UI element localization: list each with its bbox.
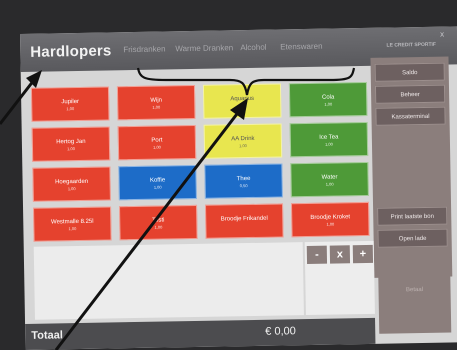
total-label: Totaal [31,329,63,342]
app-title: Hardlopers [30,42,112,61]
product-price: 1,00 [67,186,76,192]
product-tile-aquarius[interactable]: Aquarius 1,00 [202,83,282,119]
product-price: 1,00 [153,184,162,190]
close-icon[interactable]: x [440,30,444,39]
product-tile-broodje-kroket[interactable]: Broodje Kroket 1,00 [290,201,370,238]
product-price: 0,50 [239,183,248,189]
product-price: 1,00 [239,143,247,149]
product-tile-thee[interactable]: Thee 0,50 [204,163,283,199]
product-price: 1,00 [238,103,247,109]
product-tile-ice-tea[interactable]: Ice Tea 1,00 [289,121,369,158]
print-last-receipt-button[interactable]: Print laatste bon [377,206,448,226]
remove-button[interactable]: x [329,245,351,264]
beheer-button[interactable]: Beheer [374,84,446,104]
kassaterminal-button[interactable]: Kassaterminal [375,106,446,126]
product-tile-tosti[interactable]: Tosti 1,00 [119,204,198,241]
pay-button[interactable]: Betaal [377,246,452,334]
category-tab-alcohol[interactable]: Alcohol [240,43,266,52]
product-price: 1,00 [154,224,163,230]
category-tab-warme-dranken[interactable]: Warme Dranken [175,43,233,53]
product-tile-water[interactable]: Water 1,00 [290,161,369,198]
category-tab-frisdranken[interactable]: Frisdranken [123,44,165,54]
product-price: 1,00 [326,221,335,227]
product-tile-broodje-frikandel[interactable]: Broodje Frikandel [205,203,284,239]
product-name: Broodje Frikandel [220,215,268,223]
product-price: 1,00 [324,101,333,107]
product-price: 1,00 [325,181,334,187]
product-price: 1,00 [325,141,333,147]
saldo-button[interactable]: Saldo [374,62,445,82]
product-price: 1,00 [67,146,75,152]
product-tile-cola[interactable]: Cola 1,00 [288,81,368,118]
product-price: 1,00 [66,106,75,112]
open-drawer-button[interactable]: Open lade [377,228,448,248]
increase-button[interactable]: + [352,244,374,264]
product-tile-port[interactable]: Port 1,00 [117,124,197,161]
product-tile-hertog-jan[interactable]: Hertog Jan 1,00 [31,126,111,162]
product-grid: Jupiler 1,00 Wijn 1,00 Aquarius 1,00 Col… [30,81,372,246]
quantity-controls: - x + [304,240,375,316]
device-bezel: Hardlopers Frisdranken Warme Dranken Alc… [0,0,457,350]
total-amount: € 0,00 [265,325,296,338]
total-bar: Totaal € 0,00 [25,317,376,350]
category-tab-etenswaren[interactable]: Etenswaren [280,42,322,52]
product-tile-aa-drink[interactable]: AA Drink 1,00 [203,123,283,159]
product-tile-hoegaarden[interactable]: Hoegaarden 1,00 [32,166,111,202]
product-tile-koffie[interactable]: Koffie 1,00 [118,164,197,201]
product-price: 1,00 [153,144,161,150]
product-tile-wijn[interactable]: Wijn 1,00 [116,84,196,121]
order-list[interactable] [33,242,304,320]
pos-screen: Hardlopers Frisdranken Warme Dranken Alc… [20,26,457,350]
club-name: LE CREDIT SPORTIF [386,41,437,49]
product-tile-jupiler[interactable]: Jupiler 1,00 [30,86,110,122]
product-tile-westmalle[interactable]: Westmalle 8.25l 1,00 [33,206,112,242]
side-panel: Saldo Beheer Kassaterminal Print laatste… [370,56,453,278]
product-price: 1,00 [152,104,161,110]
decrease-button[interactable]: - [306,245,328,265]
product-price: 1,00 [68,226,77,232]
